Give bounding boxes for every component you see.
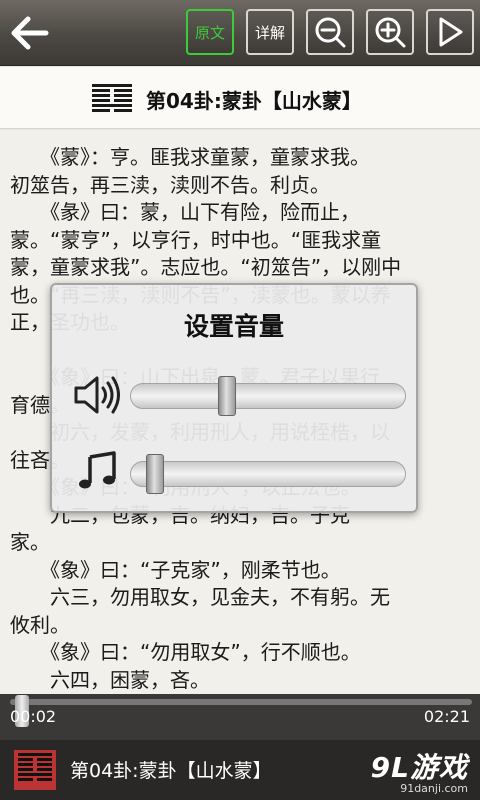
music-note-icon xyxy=(79,451,116,489)
player-bar: 第04卦:蒙卦【山水蒙】 9L游戏 91danji.com xyxy=(0,740,480,800)
text-line: 六三，勿用取女，见金夫，不有躬。无 xyxy=(10,585,390,609)
back-button[interactable] xyxy=(6,10,52,56)
total-time: 02:21 xyxy=(423,707,470,726)
zoom-in-button[interactable] xyxy=(366,9,414,55)
original-text-button[interactable]: 原文 xyxy=(186,9,234,55)
music-volume-thumb[interactable] xyxy=(146,454,164,494)
text-line: 攸利。 xyxy=(10,612,70,637)
speaker-icon xyxy=(74,376,120,414)
text-line: 家。 xyxy=(10,530,50,554)
zoom-out-button[interactable] xyxy=(306,9,354,55)
zoom-out-icon xyxy=(315,17,346,48)
logo-text: 9L游戏 xyxy=(370,751,468,784)
text-line: 《彖》曰：蒙，山下有险，险而止， xyxy=(10,200,360,224)
chapter-header: 第04卦:蒙卦【山水蒙】 xyxy=(0,67,480,129)
play-button[interactable] xyxy=(426,9,474,55)
text-line: 《蒙》：亨。匪我求童蒙，童蒙求我。 xyxy=(10,145,370,169)
text-line: 《象》曰：“勿用取女”，行不顺也。 xyxy=(10,640,361,664)
progress-track[interactable] xyxy=(10,699,472,705)
text-line: 六四，困蒙，吝。 xyxy=(10,667,210,692)
watermark-logo: 9L游戏 91danji.com xyxy=(371,746,468,795)
text-line: 蒙，童蒙求我”。志应也。“初筮告”，以刚中 xyxy=(10,255,402,279)
hexagram-meng-icon xyxy=(14,750,56,790)
volume-dialog: 设置音量 xyxy=(50,283,418,513)
hexagram-meng-icon xyxy=(92,84,132,114)
text-line: 蒙。“蒙亨”，以亨行，时中也。“匪我求童 xyxy=(10,227,382,252)
music-volume-slider[interactable] xyxy=(130,454,406,494)
chapter-title: 第04卦:蒙卦【山水蒙】 xyxy=(146,89,362,113)
dialog-title: 设置音量 xyxy=(183,312,284,341)
speech-volume-slider[interactable] xyxy=(130,376,406,416)
play-icon xyxy=(439,17,463,47)
current-time: 00:02 xyxy=(10,707,57,726)
text-line: 初筮告，再三渎，渎则不告。利贞。 xyxy=(10,172,330,197)
speech-volume-thumb[interactable] xyxy=(218,376,236,416)
zoom-in-icon xyxy=(375,17,406,48)
track-title: 第04卦:蒙卦【山水蒙】 xyxy=(70,760,272,782)
text-line: 《象》曰：“子克家”，刚柔节也。 xyxy=(10,557,341,582)
explain-button[interactable]: 详解 xyxy=(246,9,294,55)
arrow-left-icon xyxy=(11,16,49,50)
top-toolbar: 原文 详解 xyxy=(0,0,480,66)
playback-progress: 00:02 02:21 xyxy=(0,694,480,740)
